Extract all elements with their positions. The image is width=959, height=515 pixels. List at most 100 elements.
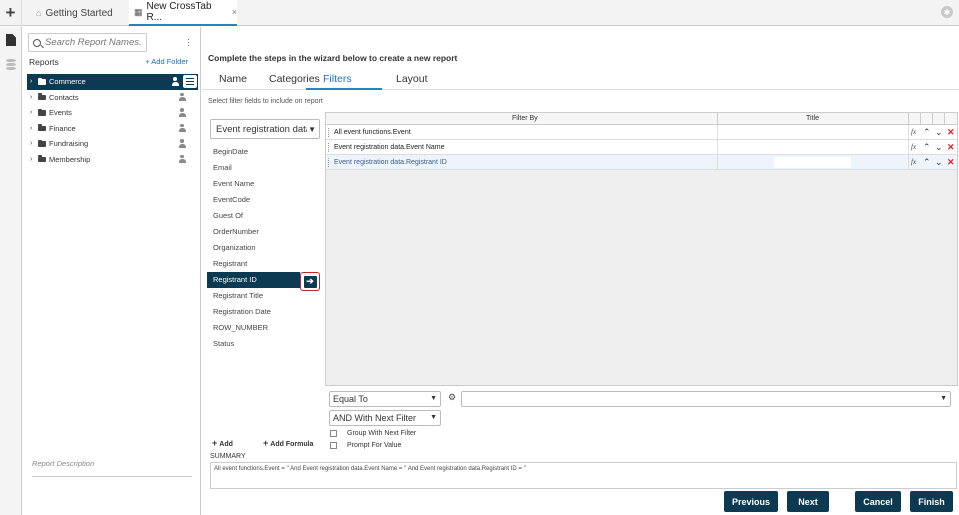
formula-icon[interactable]: fx	[911, 143, 916, 151]
grid-header: Filter By Title	[326, 113, 957, 125]
field-item[interactable]: EventCode	[207, 192, 319, 208]
chevron-right-icon[interactable]: ›	[30, 156, 36, 163]
prompt-for-value-checkbox[interactable]: Prompt For Value	[330, 442, 401, 449]
folder-membership[interactable]: › Membership	[27, 152, 198, 168]
chevron-right-icon[interactable]: ›	[30, 140, 36, 147]
operator-select[interactable]: Equal To ▼	[329, 391, 441, 407]
drag-handle-icon[interactable]	[328, 143, 329, 152]
add-button[interactable]: + Add	[212, 438, 233, 448]
checkbox-label: Prompt For Value	[347, 442, 402, 449]
folder-commerce[interactable]: › Commerce	[27, 74, 198, 90]
arrow-right-icon: ➔	[303, 275, 317, 288]
drag-handle-icon[interactable]	[328, 158, 329, 167]
formula-icon[interactable]: fx	[911, 158, 916, 166]
chevron-down-icon[interactable]: ⌄	[935, 142, 943, 153]
add-formula-button[interactable]: + Add Formula	[263, 438, 313, 448]
search-icon	[33, 38, 41, 47]
formula-icon[interactable]: fx	[911, 128, 916, 136]
chevron-up-icon[interactable]: ⌃	[923, 157, 931, 168]
folder-label: Fundraising	[49, 139, 89, 149]
reports-panel: ··· Reports + Add Folder › Commerce › Co…	[22, 27, 201, 515]
more-options-icon[interactable]: · · ·	[187, 35, 190, 50]
chevron-right-icon[interactable]: ›	[30, 109, 36, 116]
chevron-right-icon[interactable]: ›	[30, 78, 36, 85]
finish-button[interactable]: Finish	[910, 491, 953, 512]
tab-categories[interactable]: Categories	[269, 73, 320, 85]
folder-events[interactable]: › Events	[27, 105, 198, 121]
chevron-up-icon[interactable]: ⌃	[923, 127, 931, 138]
table-row-selected[interactable]: Event registration data.Registrant ID fx…	[326, 155, 957, 170]
database-icon[interactable]	[6, 59, 16, 71]
field-item[interactable]: OrderNumber	[207, 224, 319, 240]
folder-label: Finance	[49, 123, 76, 133]
drag-handle-icon[interactable]	[328, 128, 329, 137]
delete-icon[interactable]: ✕	[947, 157, 955, 168]
filter-by-cell: Event registration data.Registrant ID	[334, 159, 447, 166]
checkbox[interactable]	[330, 430, 337, 437]
field-item-selected[interactable]: Registrant ID	[207, 272, 300, 288]
folder-finance[interactable]: › Finance	[27, 121, 198, 137]
field-list: BeginDate Email Event Name EventCode Gue…	[207, 144, 319, 352]
tab-label: Getting Started	[45, 7, 113, 19]
delete-icon[interactable]: ✕	[947, 142, 955, 153]
folder-icon	[38, 155, 46, 162]
search-box	[28, 33, 147, 52]
add-field-button[interactable]: ➔	[300, 272, 320, 291]
chevron-right-icon[interactable]: ›	[30, 125, 36, 132]
table-row[interactable]: Event registration data.Event Name fx ⌃ …	[326, 140, 957, 155]
folder-fundraising[interactable]: › Fundraising	[27, 136, 198, 152]
checkbox[interactable]	[330, 442, 337, 449]
gear-icon[interactable]: ⚙	[448, 392, 456, 403]
chevron-right-icon[interactable]: ›	[30, 94, 36, 101]
field-item[interactable]: Registration Date	[207, 304, 319, 320]
filter-grid: Filter By Title All event functions.Even…	[325, 112, 958, 386]
tab-new-crosstab-report[interactable]: ▦ New CrossTab R... ×	[129, 0, 237, 26]
user-icon	[171, 77, 179, 86]
delete-icon[interactable]: ✕	[947, 127, 955, 138]
title-input[interactable]	[774, 157, 851, 168]
tab-layout[interactable]: Layout	[396, 73, 428, 85]
tab-filters[interactable]: Filters	[323, 73, 352, 85]
field-item[interactable]: Organization	[207, 240, 319, 256]
folder-label: Contacts	[49, 92, 79, 102]
checkbox-label: Group With Next Filter	[347, 430, 417, 437]
report-description-field[interactable]	[32, 476, 192, 477]
user-icon	[178, 92, 186, 102]
add-folder-link[interactable]: + Add Folder	[145, 57, 188, 66]
table-row[interactable]: All event functions.Event fx ⌃ ⌄ ✕	[326, 125, 957, 140]
chevron-down-icon[interactable]: ⌄	[935, 157, 943, 168]
previous-button[interactable]: Previous	[724, 491, 778, 512]
settings-icon[interactable]: ✱	[941, 6, 953, 18]
tab-getting-started[interactable]: ⌂ Getting Started	[32, 0, 124, 26]
field-item[interactable]: Email	[207, 160, 319, 176]
field-item[interactable]: Guest Of	[207, 208, 319, 224]
close-icon[interactable]: ×	[232, 7, 237, 17]
next-button[interactable]: Next	[787, 491, 829, 512]
menu-icon[interactable]	[183, 75, 197, 88]
field-item[interactable]: ROW_NUMBER	[207, 320, 319, 336]
source-select[interactable]: Event registration data ▼	[210, 119, 320, 139]
col-filter-by: Filter By	[512, 115, 538, 122]
wizard-main: Complete the steps in the wizard below t…	[202, 27, 959, 515]
join-select[interactable]: AND With Next Filter ▼	[329, 410, 441, 426]
chevron-down-icon[interactable]: ⌄	[935, 127, 943, 138]
field-item[interactable]: Registrant	[207, 256, 319, 272]
cancel-button[interactable]: Cancel	[855, 491, 901, 512]
document-icon[interactable]	[6, 34, 16, 46]
chevron-up-icon[interactable]: ⌃	[923, 142, 931, 153]
value-select[interactable]: ▼	[461, 391, 951, 407]
field-item[interactable]: Event Name	[207, 176, 319, 192]
group-with-next-checkbox[interactable]: Group With Next Filter	[330, 430, 416, 437]
user-icon	[178, 123, 186, 133]
folder-tree: › Commerce › Contacts › Events › Finance…	[27, 74, 198, 167]
field-item[interactable]: Status	[207, 336, 319, 352]
field-item[interactable]: BeginDate	[207, 144, 319, 160]
search-input[interactable]	[45, 37, 145, 48]
plus-icon[interactable]: +	[0, 0, 22, 26]
folder-contacts[interactable]: › Contacts	[27, 90, 198, 106]
folder-label: Events	[49, 108, 72, 118]
plus-icon: +	[263, 438, 269, 448]
left-icon-strip	[0, 27, 22, 515]
join-select-value: AND With Next Filter	[333, 413, 417, 423]
tab-name[interactable]: Name	[219, 73, 247, 85]
